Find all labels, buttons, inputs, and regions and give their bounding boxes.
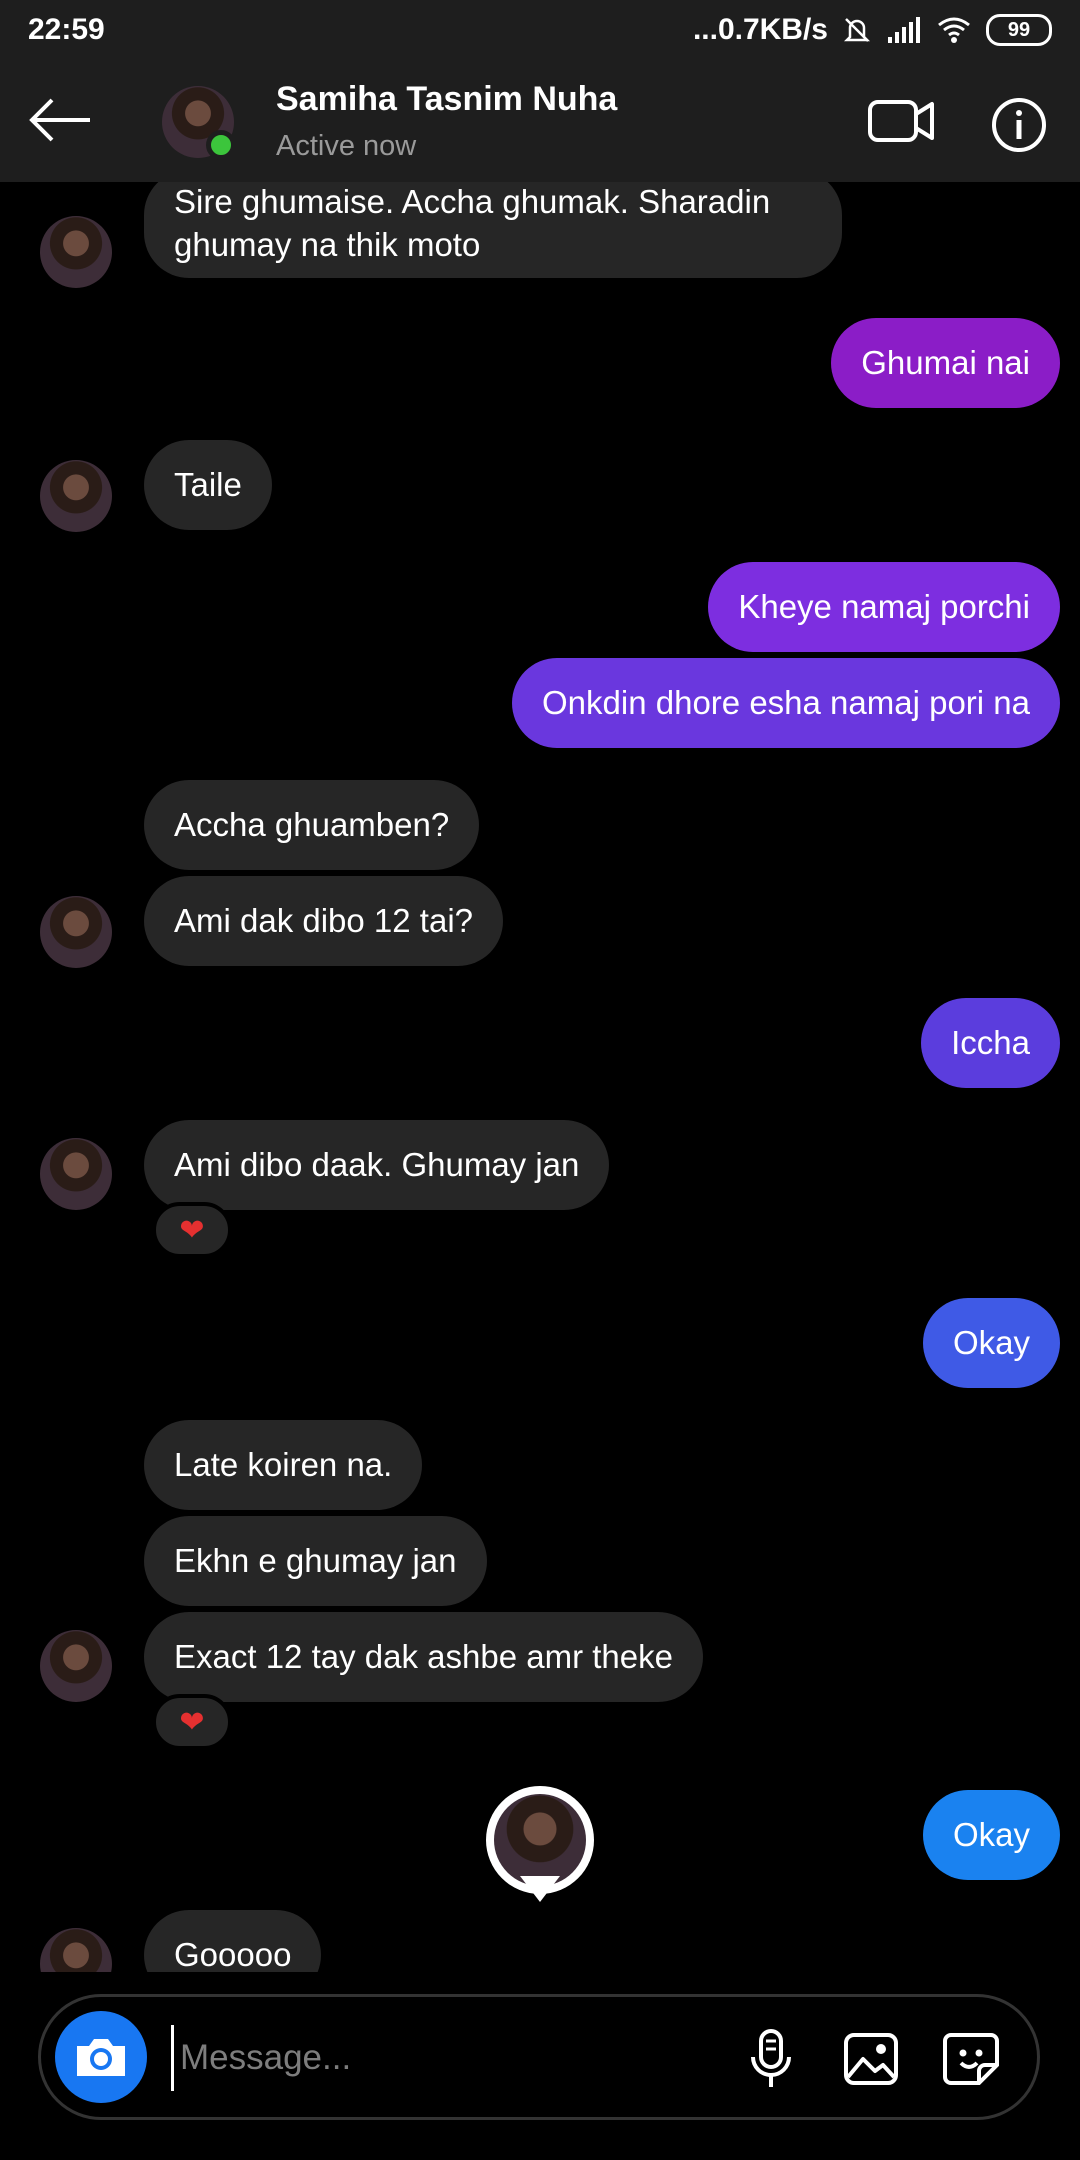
seen-avatar bbox=[494, 1794, 586, 1886]
message-text: Taile bbox=[174, 466, 242, 503]
message-incoming[interactable]: Ekhn e ghumay jan bbox=[144, 1516, 487, 1606]
chat-header: Samiha Tasnim Nuha Active now bbox=[0, 60, 1080, 182]
sender-avatar[interactable] bbox=[40, 1928, 112, 1972]
active-status: Active now bbox=[276, 130, 417, 162]
message-incoming[interactable]: Gooooo bbox=[144, 1910, 322, 1972]
video-call-icon[interactable] bbox=[866, 96, 936, 146]
message-text: Ami dak dibo 12 tai? bbox=[174, 902, 474, 939]
heart-reaction[interactable]: ❤ bbox=[152, 1694, 232, 1750]
message-incoming[interactable]: Exact 12 tay dak ashbe amr theke bbox=[144, 1612, 703, 1702]
mute-icon bbox=[843, 18, 871, 42]
camera-icon bbox=[77, 2039, 125, 2076]
clock: 22:59 bbox=[28, 13, 105, 46]
message-text: Okay bbox=[952, 1816, 1030, 1853]
gallery-icon[interactable] bbox=[841, 2027, 901, 2091]
back-arrow-icon[interactable] bbox=[26, 95, 96, 145]
wifi-icon bbox=[938, 17, 970, 43]
online-indicator bbox=[206, 130, 236, 160]
message-outgoing[interactable]: Okay bbox=[922, 1790, 1060, 1880]
message-list[interactable]: Sire ghumaise. Accha ghumak. Sharadin gh… bbox=[0, 182, 1080, 1972]
camera-button[interactable] bbox=[55, 2011, 147, 2103]
message-text: Exact 12 tay dak ashbe amr theke bbox=[174, 1638, 673, 1675]
message-text: Sire ghumaise. Accha ghumak. Sharadin gh… bbox=[174, 183, 771, 263]
sender-avatar[interactable] bbox=[40, 1630, 112, 1702]
message-input[interactable] bbox=[171, 2025, 742, 2091]
seen-indicator-tip bbox=[520, 1876, 560, 1902]
signal-icon bbox=[888, 17, 920, 43]
status-bar: 22:59 ...0.7KB/s 99 bbox=[0, 0, 1080, 60]
sender-avatar[interactable] bbox=[40, 1138, 112, 1210]
message-outgoing[interactable]: Okay bbox=[922, 1298, 1060, 1388]
message-text: Iccha bbox=[951, 1024, 1030, 1061]
message-incoming[interactable]: Taile bbox=[144, 440, 272, 530]
info-icon[interactable] bbox=[990, 96, 1048, 154]
message-text: Kheye namaj porchi bbox=[738, 588, 1030, 625]
message-text: Ami dibo daak. Ghumay jan bbox=[174, 1146, 580, 1183]
microphone-icon[interactable] bbox=[741, 2027, 801, 2091]
heart-icon: ❤ bbox=[179, 1705, 205, 1739]
contact-name[interactable]: Samiha Tasnim Nuha bbox=[276, 80, 617, 119]
message-outgoing[interactable]: Ghumai nai bbox=[831, 318, 1060, 408]
heart-reaction[interactable]: ❤ bbox=[152, 1202, 232, 1258]
sticker-icon[interactable] bbox=[941, 2027, 1001, 2091]
battery-level: 99 bbox=[1007, 18, 1031, 41]
sender-avatar[interactable] bbox=[40, 460, 112, 532]
message-text: Onkdin dhore esha namaj pori na bbox=[542, 684, 1030, 721]
status-icons: ...0.7KB/s 99 bbox=[693, 13, 1052, 47]
message-text: Accha ghuamben? bbox=[174, 806, 450, 843]
sender-avatar[interactable] bbox=[40, 216, 112, 288]
message-outgoing[interactable]: Iccha bbox=[921, 998, 1060, 1088]
message-text: Late koiren na. bbox=[174, 1446, 393, 1483]
battery-icon: 99 bbox=[986, 14, 1052, 46]
message-outgoing[interactable]: Kheye namaj porchi bbox=[708, 562, 1060, 652]
message-incoming[interactable]: Sire ghumaise. Accha ghumak. Sharadin gh… bbox=[144, 182, 842, 278]
message-text: Okay bbox=[952, 1324, 1030, 1361]
message-text: Ekhn e ghumay jan bbox=[174, 1542, 457, 1579]
message-outgoing[interactable]: Onkdin dhore esha namaj pori na bbox=[512, 658, 1060, 748]
message-incoming[interactable]: Accha ghuamben? bbox=[144, 780, 480, 870]
message-incoming[interactable]: Ami dibo daak. Ghumay jan bbox=[144, 1120, 610, 1210]
message-composer bbox=[38, 1994, 1040, 2120]
message-text: Gooooo bbox=[174, 1936, 292, 1972]
message-incoming[interactable]: Late koiren na. bbox=[144, 1420, 423, 1510]
message-incoming[interactable]: Ami dak dibo 12 tai? bbox=[144, 876, 504, 966]
sender-avatar[interactable] bbox=[40, 896, 112, 968]
network-speed: ...0.7KB/s bbox=[692, 13, 828, 46]
message-text: Ghumai nai bbox=[861, 344, 1030, 381]
heart-icon: ❤ bbox=[179, 1213, 205, 1247]
